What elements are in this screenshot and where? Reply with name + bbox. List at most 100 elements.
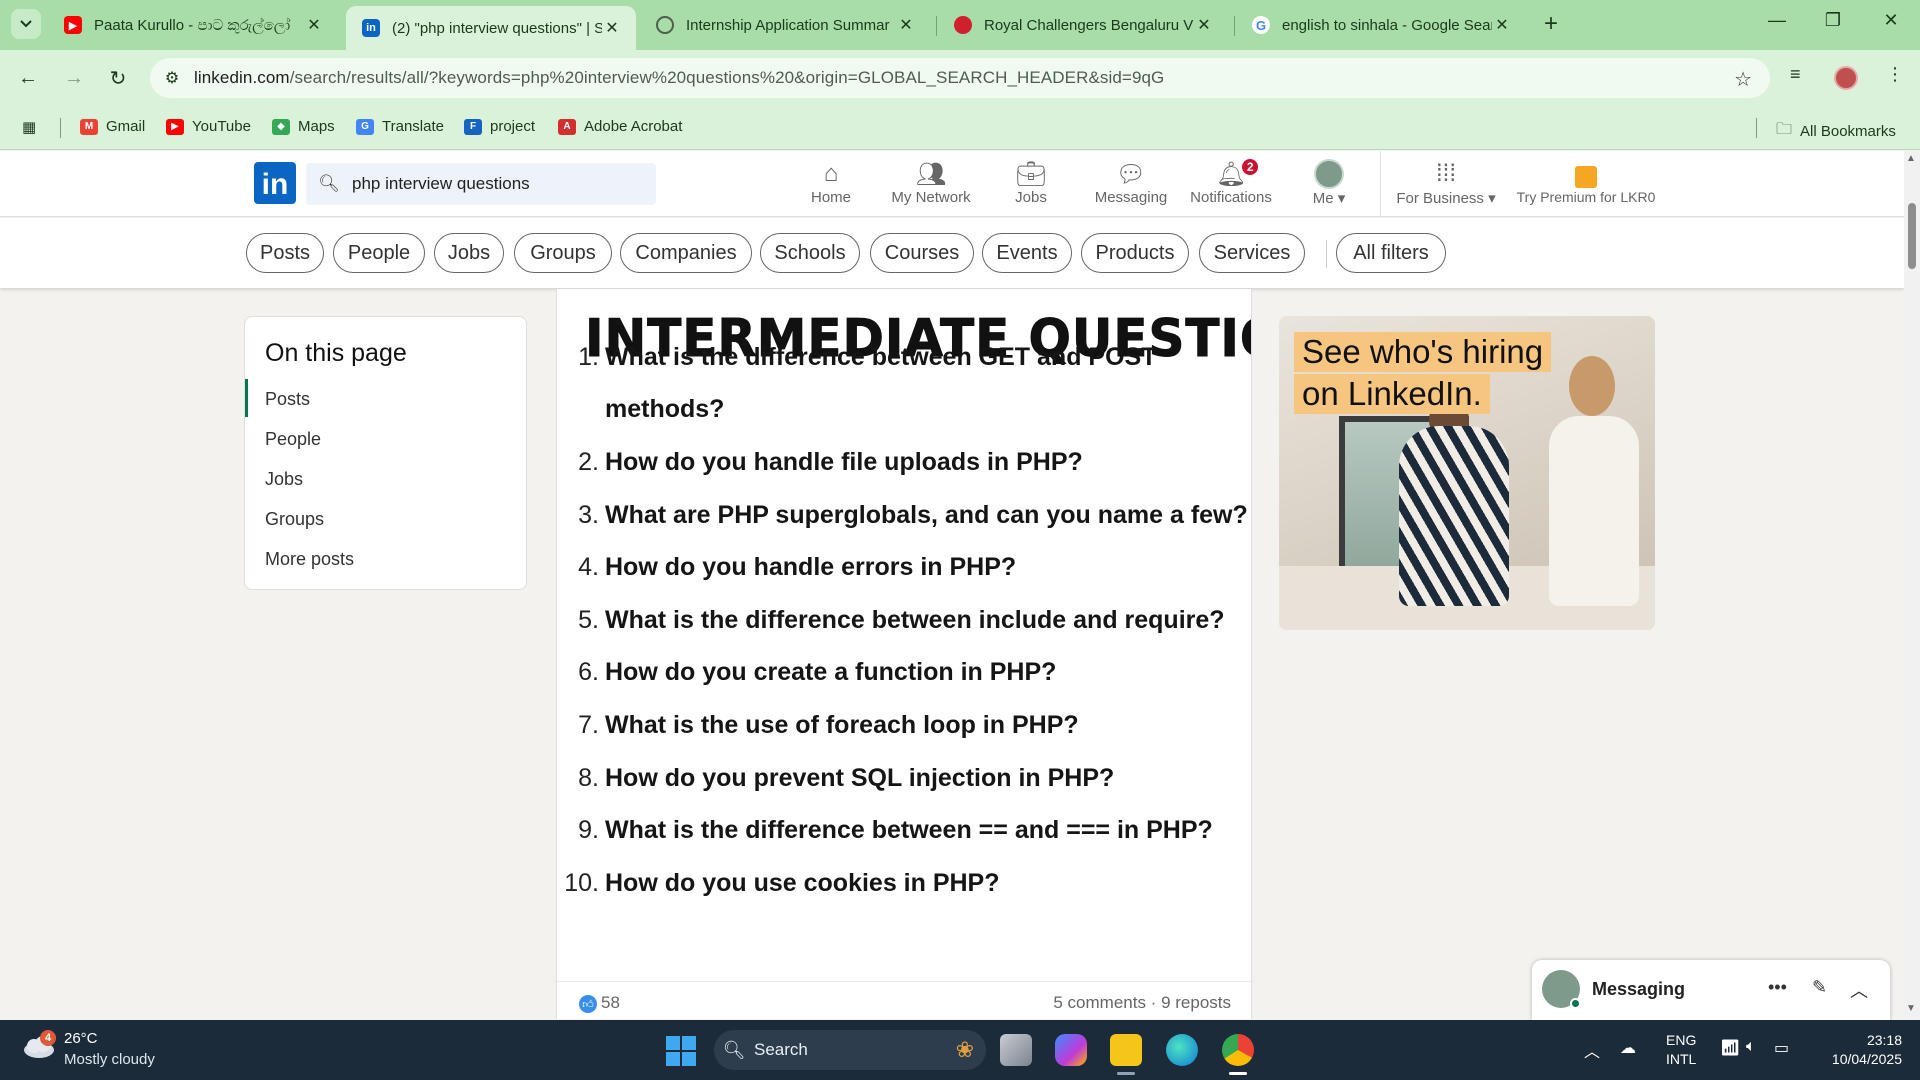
- onedrive-cloud-icon[interactable]: ☁: [1620, 1038, 1636, 1058]
- temperature[interactable]: 26°C: [64, 1030, 98, 1047]
- more-options-icon[interactable]: •••: [1768, 977, 1787, 998]
- on-page-link-posts[interactable]: Posts: [265, 389, 310, 410]
- gmail-icon: M: [80, 118, 98, 135]
- on-page-link-more-posts[interactable]: More posts: [265, 549, 354, 570]
- nav-premium[interactable]: Try Premium for LKR0: [1514, 159, 1658, 215]
- project-icon: F: [464, 118, 482, 135]
- nav-messaging[interactable]: 💬︎ Messaging: [1092, 159, 1170, 215]
- site-info-icon[interactable]: ⚙: [150, 68, 194, 88]
- bookmark-maps[interactable]: ◆ Maps: [272, 118, 335, 135]
- filter-products[interactable]: Products: [1081, 233, 1189, 273]
- tab-search-button[interactable]: [11, 9, 41, 39]
- weather-condition[interactable]: Mostly cloudy: [64, 1051, 155, 1068]
- close-icon[interactable]: ✕: [304, 15, 324, 35]
- close-icon[interactable]: ✕: [1194, 15, 1214, 35]
- volume-icon[interactable]: 🔈︎: [1746, 1038, 1756, 1056]
- filter-groups[interactable]: Groups: [514, 233, 612, 273]
- bookmark-project[interactable]: Fproject: [464, 118, 535, 135]
- close-icon[interactable]: ✕: [602, 18, 622, 38]
- minimize-button[interactable]: —: [1762, 10, 1792, 31]
- nav-home[interactable]: ⌂ Home: [806, 159, 856, 215]
- address-bar[interactable]: ⚙ linkedin.com/search/results/all/?keywo…: [150, 58, 1770, 98]
- bookmark-translate[interactable]: G Translate: [356, 118, 444, 135]
- filter-events[interactable]: Events: [982, 233, 1072, 273]
- nav-notifications[interactable]: 🔔︎ 2 Notifications: [1188, 157, 1274, 215]
- menu-kebab-icon[interactable]: ⋮: [1886, 64, 1904, 85]
- tab-cricket[interactable]: Royal Challengers Bengaluru VS ✕: [938, 6, 1228, 44]
- search-result-post: INTERMEDIATE QUESTIONS 1. What is the di…: [556, 289, 1252, 1019]
- file-explorer-icon[interactable]: [1110, 1034, 1142, 1066]
- all-bookmarks-button[interactable]: 🗀 All Bookmarks: [1776, 118, 1896, 145]
- restore-button[interactable]: ❐: [1818, 10, 1848, 31]
- translate-icon: G: [356, 118, 374, 135]
- scrollbar-thumb[interactable]: [1908, 203, 1916, 269]
- filter-companies[interactable]: Companies: [620, 233, 752, 273]
- scroll-up-arrow[interactable]: ▲: [1906, 153, 1916, 164]
- tab-internship[interactable]: Internship Application Summar ✕: [640, 6, 930, 44]
- copilot-icon[interactable]: [1055, 1034, 1087, 1066]
- briefcase-icon: 💼︎: [1015, 160, 1047, 188]
- reactions-count[interactable]: 58: [601, 993, 620, 1013]
- tab-youtube[interactable]: ▶ Paata Kurullo - පාට කුරුල්ලෝ ✕: [48, 6, 338, 44]
- question-number: 4.: [578, 553, 599, 581]
- wifi-icon[interactable]: 📶︎: [1720, 1038, 1740, 1058]
- page-scrollbar[interactable]: ▲ ▼: [1904, 151, 1920, 1020]
- bookmark-youtube[interactable]: ▶ YouTube: [166, 118, 251, 135]
- nav-my-network[interactable]: 👥︎ My Network: [886, 159, 976, 215]
- battery-icon[interactable]: ▭: [1774, 1038, 1789, 1058]
- on-page-link-jobs[interactable]: Jobs: [265, 469, 303, 490]
- post-social-counts: 👍︎ 58 5 comments · 9 reposts: [557, 981, 1251, 1019]
- apps-grid-icon[interactable]: ▦: [22, 118, 36, 136]
- nav-jobs[interactable]: 💼︎ Jobs: [1010, 159, 1052, 215]
- task-view-icon[interactable]: [1000, 1034, 1032, 1066]
- linkedin-logo[interactable]: in: [254, 162, 296, 204]
- new-tab-button[interactable]: +: [1544, 10, 1558, 38]
- back-button[interactable]: ←: [14, 64, 42, 92]
- chrome-browser-icon[interactable]: [1222, 1034, 1254, 1066]
- tab-google[interactable]: G english to sinhala - Google Sear ✕: [1236, 6, 1526, 44]
- messaging-overlay[interactable]: Messaging ••• ✎ ︿: [1532, 960, 1890, 1020]
- on-page-link-people[interactable]: People: [265, 429, 321, 450]
- close-icon[interactable]: ✕: [1492, 15, 1512, 35]
- system-clock[interactable]: 23:18 10/04/2025: [1818, 1031, 1902, 1069]
- close-icon[interactable]: ✕: [896, 15, 916, 35]
- filter-courses[interactable]: Courses: [870, 233, 974, 273]
- edge-browser-icon[interactable]: [1166, 1034, 1198, 1066]
- media-controls-icon[interactable]: ≡: [1790, 64, 1801, 85]
- bookmark-star-icon[interactable]: ☆: [1734, 67, 1752, 92]
- question-number: 7.: [578, 711, 599, 739]
- windows-start-icon[interactable]: [666, 1036, 696, 1066]
- ad-headline: See who's hiring on LinkedIn.: [1294, 332, 1552, 416]
- compose-icon[interactable]: ✎: [1812, 977, 1827, 998]
- filter-jobs[interactable]: Jobs: [434, 233, 504, 273]
- search-input[interactable]: 🔍︎ php interview questions: [306, 163, 656, 205]
- taskbar-search[interactable]: 🔍︎ Search ❀: [714, 1030, 986, 1070]
- question-number: 9.: [578, 816, 599, 844]
- question-text: What is the difference between GET and P…: [605, 343, 1157, 371]
- tab-linkedin[interactable]: in (2) "php interview questions" | S ✕: [346, 6, 636, 50]
- all-bookmarks-label: All Bookmarks: [1800, 123, 1896, 140]
- chevron-up-icon[interactable]: ︿: [1850, 977, 1868, 1003]
- on-page-link-groups[interactable]: Groups: [265, 509, 324, 530]
- comments-reposts-count[interactable]: 5 comments · 9 reposts: [1053, 993, 1231, 1013]
- filter-schools[interactable]: Schools: [760, 233, 860, 273]
- reload-button[interactable]: ↻: [104, 64, 132, 92]
- input-language-indicator[interactable]: ENG INTL: [1666, 1031, 1696, 1069]
- bookmark-gmail[interactable]: M Gmail: [80, 118, 145, 135]
- bookmark-acrobat[interactable]: A Adobe Acrobat: [558, 118, 682, 135]
- nav-for-business[interactable]: ⁞⁞⁞ For Business ▾: [1396, 159, 1496, 215]
- filter-services[interactable]: Services: [1199, 233, 1305, 273]
- scroll-down-arrow[interactable]: ▼: [1906, 1003, 1916, 1014]
- profile-avatar[interactable]: [1834, 66, 1858, 90]
- hiring-ad[interactable]: See who's hiring on LinkedIn.: [1279, 316, 1655, 630]
- show-hidden-icons-chevron-icon[interactable]: ︿: [1584, 1038, 1600, 1062]
- close-window-button[interactable]: ✕: [1876, 10, 1906, 31]
- filter-people[interactable]: People: [333, 233, 425, 273]
- google-icon: G: [1252, 16, 1270, 34]
- taskbar-search-label: Search: [754, 1040, 808, 1059]
- nav-me[interactable]: Me ▾: [1308, 159, 1350, 215]
- filter-posts[interactable]: Posts: [246, 233, 324, 273]
- all-filters-button[interactable]: All filters: [1336, 233, 1446, 273]
- post-image[interactable]: INTERMEDIATE QUESTIONS 1. What is the di…: [557, 289, 1251, 979]
- forward-button[interactable]: →: [60, 64, 88, 92]
